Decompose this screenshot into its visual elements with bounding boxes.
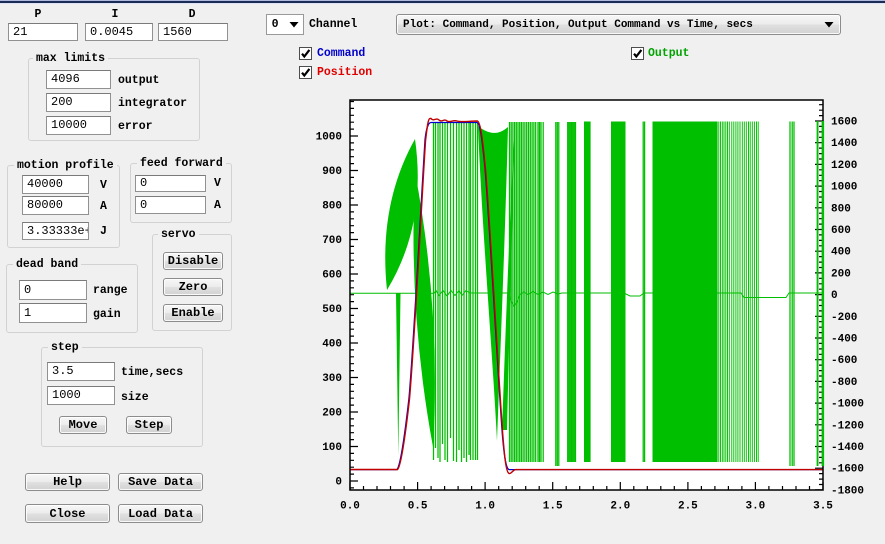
svg-text:1000: 1000 <box>831 182 857 194</box>
svg-text:1.0: 1.0 <box>475 501 495 513</box>
svg-text:-1400: -1400 <box>831 442 864 454</box>
svg-text:600: 600 <box>322 270 342 282</box>
svg-text:200: 200 <box>322 408 342 420</box>
svg-text:0.5: 0.5 <box>408 501 428 513</box>
svg-text:-1800: -1800 <box>831 485 864 497</box>
svg-text:2.5: 2.5 <box>678 501 698 513</box>
svg-text:-400: -400 <box>831 334 857 346</box>
svg-text:-1600: -1600 <box>831 464 864 476</box>
svg-text:600: 600 <box>831 225 851 237</box>
svg-text:2.0: 2.0 <box>610 501 630 513</box>
svg-text:-800: -800 <box>831 377 857 389</box>
svg-text:400: 400 <box>322 339 342 351</box>
svg-text:-600: -600 <box>831 355 857 367</box>
svg-text:1000: 1000 <box>316 132 342 144</box>
svg-text:300: 300 <box>322 373 342 385</box>
svg-text:900: 900 <box>322 166 342 178</box>
svg-text:1200: 1200 <box>831 160 857 172</box>
svg-text:100: 100 <box>322 442 342 454</box>
svg-text:-200: -200 <box>831 312 857 324</box>
svg-text:800: 800 <box>831 203 851 215</box>
svg-text:0: 0 <box>335 477 342 489</box>
svg-text:400: 400 <box>831 247 851 259</box>
svg-text:-1000: -1000 <box>831 399 864 411</box>
svg-text:3.5: 3.5 <box>813 501 833 513</box>
svg-text:1600: 1600 <box>831 117 857 129</box>
svg-text:0: 0 <box>831 290 838 302</box>
svg-text:700: 700 <box>322 235 342 247</box>
svg-text:500: 500 <box>322 304 342 316</box>
svg-text:3.0: 3.0 <box>745 501 765 513</box>
svg-text:1400: 1400 <box>831 138 857 150</box>
svg-text:200: 200 <box>831 268 851 280</box>
svg-text:800: 800 <box>322 201 342 213</box>
svg-text:0.0: 0.0 <box>340 501 360 513</box>
svg-text:1.5: 1.5 <box>543 501 563 513</box>
svg-text:-1200: -1200 <box>831 420 864 432</box>
